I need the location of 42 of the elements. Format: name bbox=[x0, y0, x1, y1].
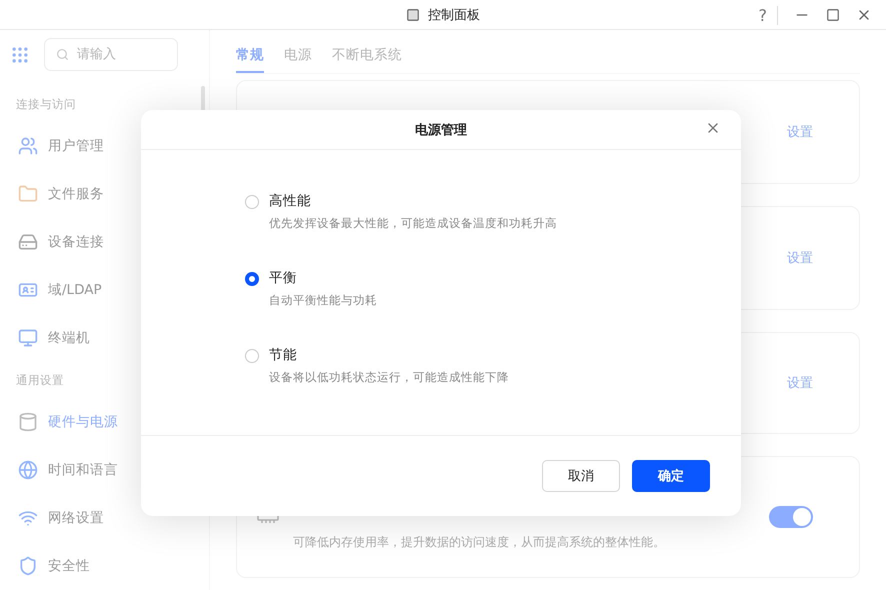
tab[interactable]: 电源 bbox=[284, 44, 312, 73]
folder-icon bbox=[18, 184, 38, 204]
sidebar-item[interactable]: 网络设置 bbox=[10, 494, 199, 542]
sidebar-item[interactable]: 时间和语言 bbox=[10, 446, 199, 494]
tab[interactable]: 常规 bbox=[236, 44, 264, 73]
option-description: 自动平衡性能与功耗 bbox=[269, 293, 377, 308]
option-description: 设备将以低功耗状态运行，可能造成性能下降 bbox=[269, 370, 509, 385]
drive-icon bbox=[18, 232, 38, 252]
tab[interactable]: 不断电系统 bbox=[332, 44, 402, 73]
sidebar-item[interactable]: 域/LDAP bbox=[10, 266, 199, 314]
confirm-button[interactable]: 确定 bbox=[632, 460, 710, 492]
settings-link[interactable]: 设置 bbox=[787, 249, 813, 267]
dialog-title: 电源管理 bbox=[415, 122, 467, 138]
settings-link[interactable]: 设置 bbox=[787, 374, 813, 392]
sidebar-item[interactable]: 硬件与电源 bbox=[10, 398, 199, 446]
option-label: 高性能 bbox=[269, 192, 312, 210]
cylinder-icon bbox=[18, 412, 38, 432]
control-panel-icon bbox=[406, 8, 420, 22]
shield-icon bbox=[18, 556, 38, 576]
window-title: 控制面板 bbox=[428, 6, 480, 24]
option-label: 节能 bbox=[269, 346, 298, 364]
settings-link[interactable]: 设置 bbox=[787, 123, 813, 141]
users-icon bbox=[18, 136, 38, 156]
help-button[interactable]: ? bbox=[758, 6, 778, 24]
section-heading: 通用设置 bbox=[15, 372, 65, 390]
globe-icon bbox=[18, 460, 38, 480]
card-description: 可降低内存使用率，提升数据的访问速度，从而提高系统的整体性能。 bbox=[293, 534, 666, 551]
option-label: 平衡 bbox=[269, 269, 298, 287]
sidebar-item[interactable]: 文件服务 bbox=[10, 170, 199, 218]
sidebar-item[interactable]: 用户管理 bbox=[10, 122, 199, 170]
option-description: 优先发挥设备最大性能，可能造成设备温度和功耗升高 bbox=[269, 216, 557, 231]
sidebar-item[interactable]: 安全性 bbox=[10, 542, 199, 590]
search-field[interactable]: 请输入 bbox=[44, 38, 178, 71]
search-icon bbox=[56, 48, 69, 61]
monitor-icon bbox=[18, 328, 38, 348]
sidebar-item[interactable]: 终端机 bbox=[10, 314, 199, 362]
maximize-icon[interactable] bbox=[826, 8, 840, 22]
cancel-button[interactable]: 取消 bbox=[542, 460, 620, 492]
toggle-switch[interactable] bbox=[769, 506, 813, 528]
section-heading: 连接与访问 bbox=[15, 96, 77, 113]
radio-button[interactable] bbox=[245, 272, 259, 286]
sidebar-item[interactable]: 设备连接 bbox=[10, 218, 199, 266]
